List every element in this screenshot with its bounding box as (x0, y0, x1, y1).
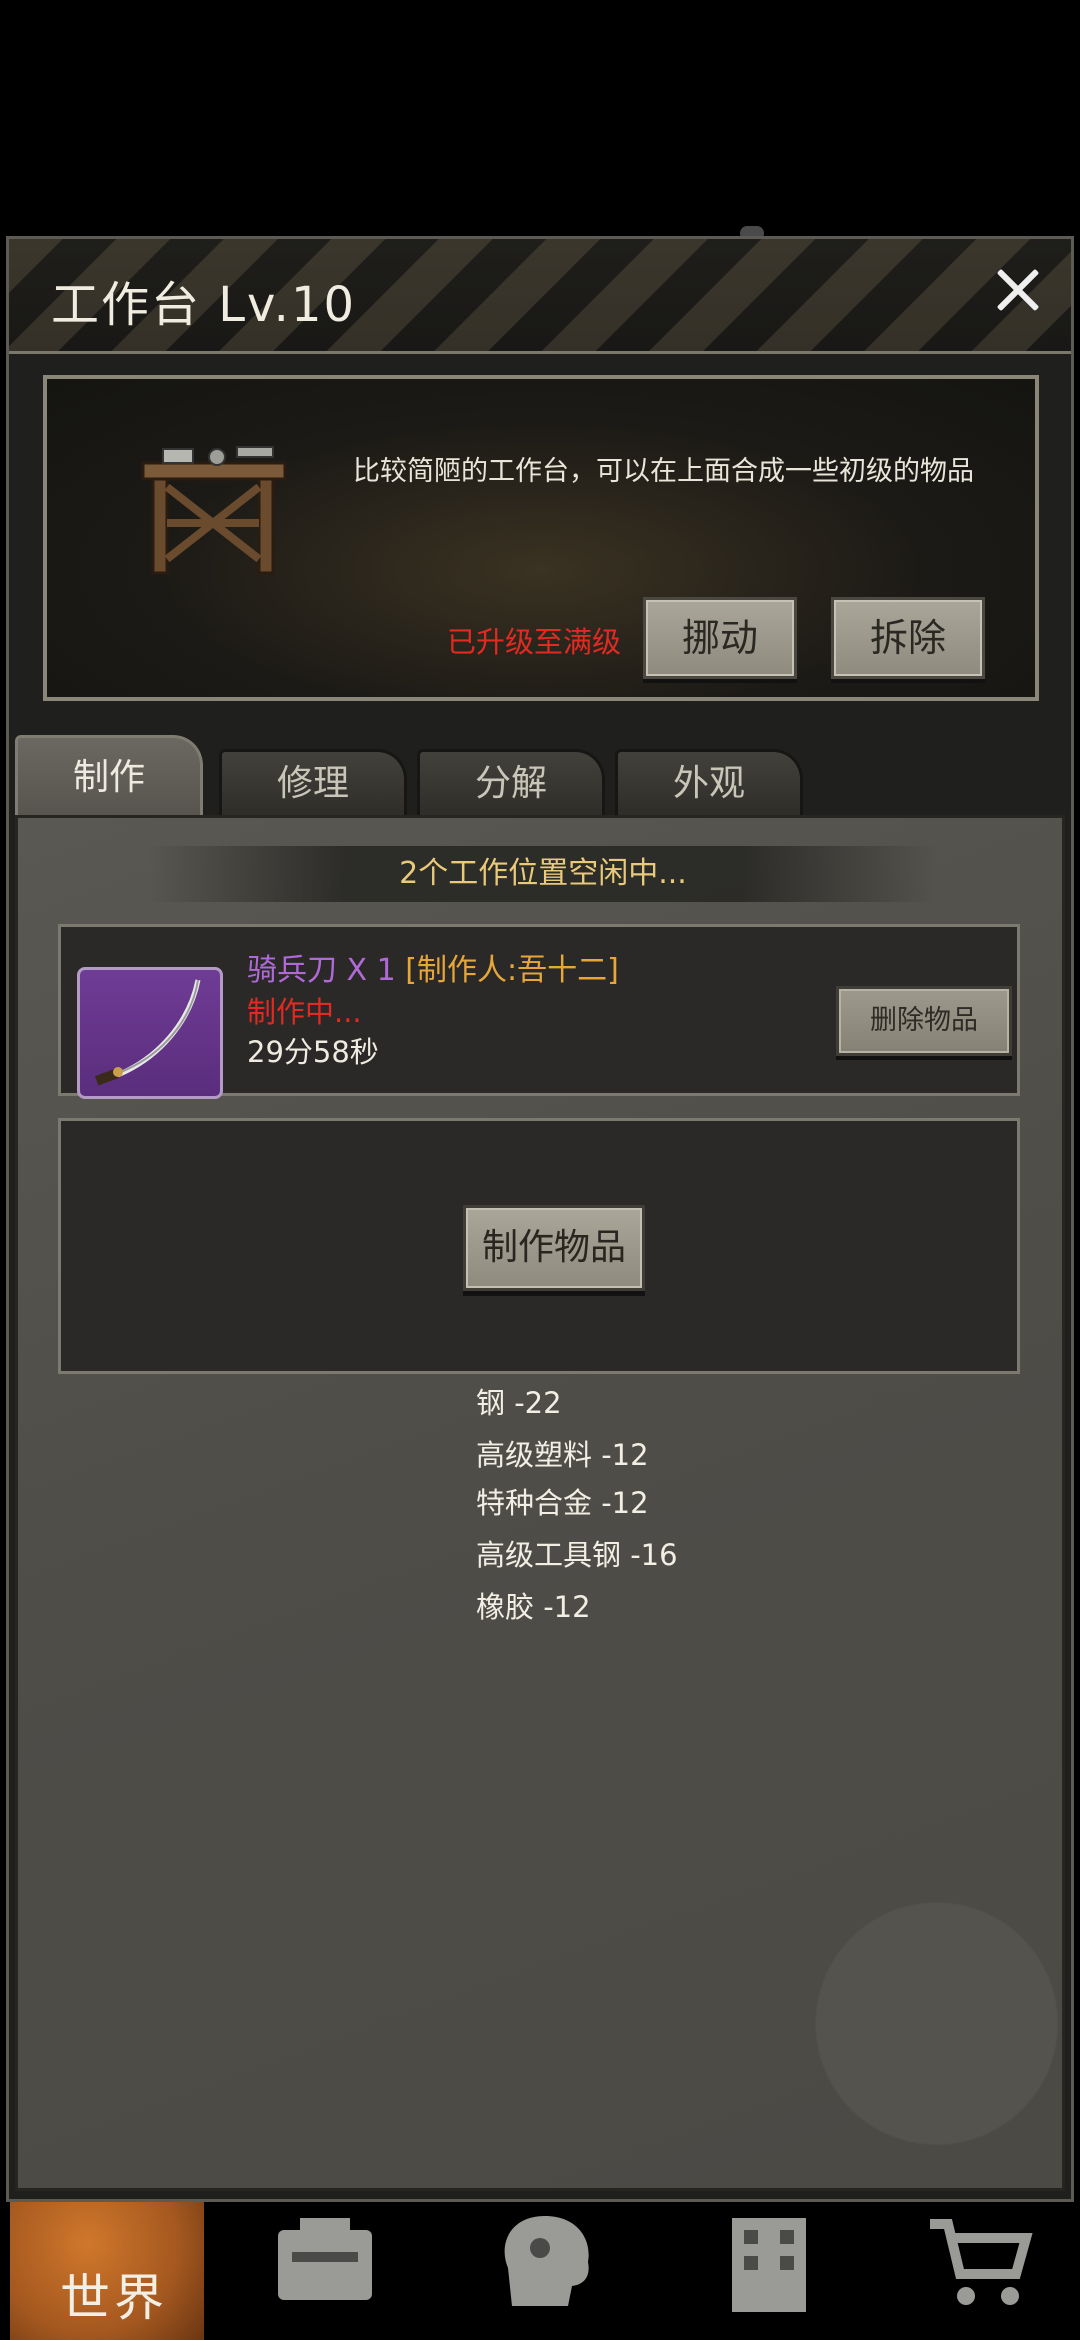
building-icon[interactable] (714, 2210, 824, 2314)
tab-bar: 修理 分解 外观 制作 (15, 735, 1075, 818)
workbench-description: 比较简陋的工作台，可以在上面合成一些初级的物品 (353, 456, 974, 487)
materials-list: 钢 -22 高级塑料 -12 特种合金 -12 高级工具钢 -16 橡胶 -12 (476, 1384, 678, 1640)
remove-button[interactable]: 拆除 (831, 597, 985, 679)
move-button[interactable]: 挪动 (643, 597, 797, 679)
backpack-icon[interactable] (270, 2210, 380, 2314)
item-time-left: 29分58秒 (247, 1035, 379, 1069)
close-icon[interactable] (987, 259, 1049, 321)
material-item: 特种合金 -12 (476, 1486, 649, 1520)
head-icon[interactable] (490, 2210, 600, 2314)
nav-world-label: 世界 (60, 2269, 168, 2327)
saber-item-icon (77, 967, 223, 1099)
craft-item-button[interactable]: 制作物品 (463, 1205, 645, 1291)
tab-repair[interactable]: 修理 (219, 749, 407, 816)
tab-disassemble[interactable]: 分解 (417, 749, 605, 816)
max-level-text: 已升级至满级 (447, 625, 622, 659)
workbench-icon (141, 446, 287, 575)
delete-item-button[interactable]: 删除物品 (836, 986, 1012, 1056)
material-item: 高级工具钢 -16 (476, 1538, 678, 1572)
bottom-nav: 世界 (0, 2202, 1080, 2340)
material-item: 高级塑料 -12 (476, 1438, 649, 1472)
cart-icon[interactable] (924, 2210, 1034, 2314)
craft-content: 2个工作位置空闲中... 骑兵刀 X 1 [制作人:吾十二] 制作中... 29… (15, 815, 1065, 2191)
nav-world-button[interactable]: 世界 (10, 2202, 204, 2340)
tab-appearance[interactable]: 外观 (615, 749, 803, 816)
tab-craft[interactable]: 制作 (15, 735, 203, 818)
item-name-text: 骑兵刀 X 1 (247, 953, 396, 988)
saber-icon (94, 979, 201, 1086)
panel-title: 工作台 Lv.10 (51, 277, 357, 333)
material-item: 钢 -22 (476, 1386, 562, 1420)
free-slots-text: 2个工作位置空闲中... (148, 846, 938, 902)
item-status: 制作中... (247, 995, 362, 1029)
item-name: 骑兵刀 X 1 [制作人:吾十二] (247, 945, 619, 989)
material-item: 橡胶 -12 (476, 1590, 591, 1624)
panel-header: 工作台 Lv.10 (9, 239, 1071, 354)
workbench-info: 比较简陋的工作台，可以在上面合成一些初级的物品 已升级至满级 挪动 拆除 (43, 375, 1039, 701)
workbench-panel: 工作台 Lv.10 比较简陋的工作台，可以在上面合成一些初级的物品 已升级至满级… (6, 236, 1074, 2202)
craft-slot-box: 制作物品 (58, 1118, 1020, 1374)
item-maker: [制作人:吾十二] (405, 953, 619, 988)
